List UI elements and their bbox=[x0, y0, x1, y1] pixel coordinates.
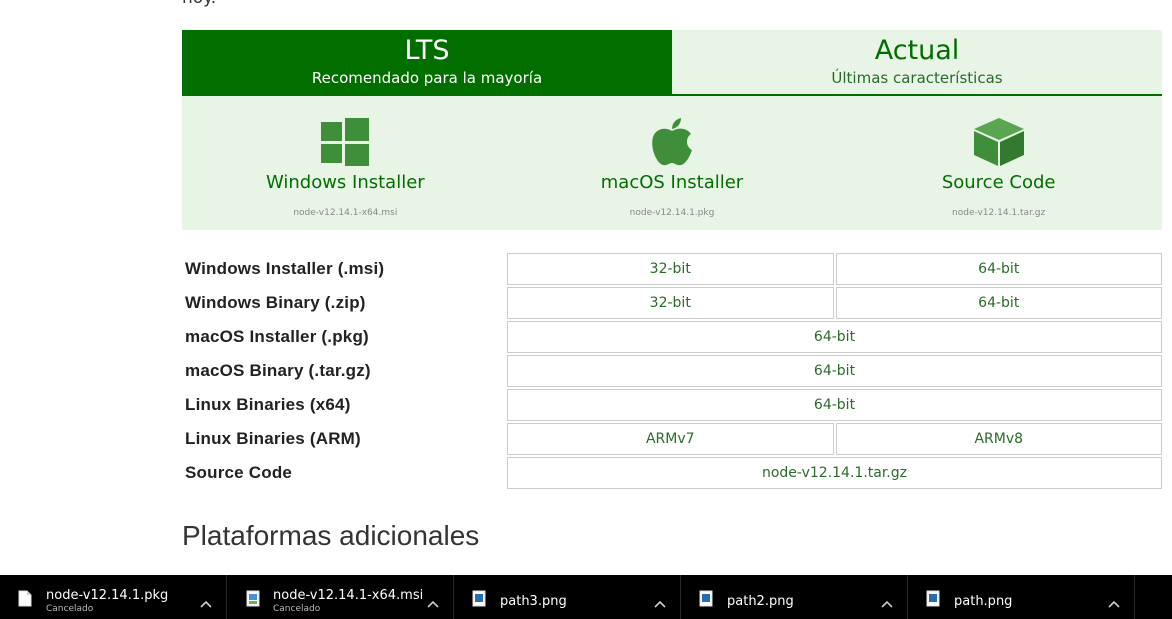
chevron-up-icon[interactable] bbox=[200, 593, 212, 612]
download-item[interactable]: path3.png bbox=[454, 575, 681, 619]
card-label: macOS Installer bbox=[600, 172, 744, 193]
download-link[interactable]: 32-bit bbox=[507, 253, 834, 285]
release-tabs: LTS Recomendado para la mayoría Actual Ú… bbox=[182, 30, 1162, 96]
table-row: macOS Installer (.pkg) 64-bit bbox=[182, 320, 1162, 354]
row-label: macOS Binary (.tar.gz) bbox=[185, 361, 371, 380]
table-row: Linux Binaries (ARM) ARMv7 ARMv8 bbox=[182, 422, 1162, 456]
download-link[interactable]: 32-bit bbox=[507, 287, 834, 319]
tab-current[interactable]: Actual Últimas características bbox=[672, 30, 1162, 96]
table-row: Source Code node-v12.14.1.tar.gz bbox=[182, 456, 1162, 490]
cut-off-text: hoy. bbox=[182, 0, 216, 8]
download-link[interactable]: ARMv7 bbox=[507, 423, 834, 455]
box-icon bbox=[849, 116, 1149, 168]
row-label: Windows Binary (.zip) bbox=[185, 293, 366, 312]
download-link[interactable]: 64-bit bbox=[835, 287, 1162, 319]
download-bar: node-v12.14.1.pkg Cancelado node-v12.14.… bbox=[0, 575, 1172, 619]
image-file-icon bbox=[699, 590, 713, 611]
download-filename: node-v12.14.1-x64.msi bbox=[273, 588, 424, 603]
tab-current-title: Actual bbox=[874, 35, 960, 66]
download-link[interactable]: node-v12.14.1.tar.gz bbox=[507, 457, 1162, 489]
card-filename: node-v12.14.1.tar.gz bbox=[952, 208, 1046, 218]
row-label: Linux Binaries (x64) bbox=[185, 395, 351, 414]
row-label: Source Code bbox=[185, 463, 293, 482]
tab-current-subtitle: Últimas características bbox=[831, 69, 1003, 87]
download-filename: path.png bbox=[954, 594, 1013, 609]
card-windows-installer[interactable]: Windows Installer node-v12.14.1-x64.msi bbox=[195, 96, 495, 230]
download-link[interactable]: 64-bit bbox=[507, 321, 1162, 353]
downloads-table: Windows Installer (.msi) 32-bit 64-bit W… bbox=[182, 252, 1162, 490]
card-macos-installer[interactable]: macOS Installer node-v12.14.1.pkg bbox=[522, 96, 822, 230]
section-heading: Plataformas adicionales bbox=[182, 520, 480, 551]
download-link[interactable]: 64-bit bbox=[507, 355, 1162, 387]
tab-lts[interactable]: LTS Recomendado para la mayoría bbox=[182, 30, 672, 96]
download-status: Cancelado bbox=[273, 604, 321, 614]
card-filename: node-v12.14.1-x64.msi bbox=[293, 208, 398, 218]
row-label: macOS Installer (.pkg) bbox=[185, 327, 369, 346]
download-filename: path2.png bbox=[727, 594, 794, 609]
download-cards: Windows Installer node-v12.14.1-x64.msi … bbox=[182, 96, 1162, 230]
download-item[interactable]: node-v12.14.1-x64.msi Cancelado bbox=[227, 575, 454, 619]
card-label: Source Code bbox=[941, 172, 1056, 193]
windows-icon bbox=[195, 116, 495, 168]
download-link[interactable]: 64-bit bbox=[507, 389, 1162, 421]
file-icon bbox=[18, 590, 32, 611]
download-link[interactable]: ARMv8 bbox=[835, 423, 1162, 455]
card-source-code[interactable]: Source Code node-v12.14.1.tar.gz bbox=[849, 96, 1149, 230]
image-file-icon bbox=[926, 590, 940, 611]
card-label: Windows Installer bbox=[265, 172, 425, 193]
chevron-up-icon[interactable] bbox=[1108, 593, 1120, 612]
download-status: Cancelado bbox=[46, 604, 94, 614]
table-row: macOS Binary (.tar.gz) 64-bit bbox=[182, 354, 1162, 388]
card-filename: node-v12.14.1.pkg bbox=[629, 208, 715, 218]
tab-lts-subtitle: Recomendado para la mayoría bbox=[311, 69, 543, 87]
download-filename: node-v12.14.1.pkg bbox=[46, 588, 169, 603]
installer-icon bbox=[245, 590, 261, 611]
download-filename: path3.png bbox=[500, 594, 567, 609]
download-link[interactable]: 64-bit bbox=[835, 253, 1162, 285]
chevron-up-icon[interactable] bbox=[654, 593, 666, 612]
row-label: Windows Installer (.msi) bbox=[185, 259, 385, 278]
table-row: Windows Binary (.zip) 32-bit 64-bit bbox=[182, 286, 1162, 320]
tab-lts-title: LTS bbox=[404, 35, 450, 66]
row-label: Linux Binaries (ARM) bbox=[185, 429, 361, 448]
image-file-icon bbox=[472, 590, 486, 611]
page: hoy. LTS Recomendado para la mayoría Act… bbox=[0, 0, 1172, 575]
apple-icon bbox=[522, 116, 822, 168]
chevron-up-icon[interactable] bbox=[427, 593, 439, 612]
download-item[interactable]: path.png bbox=[908, 575, 1135, 619]
download-item[interactable]: path2.png bbox=[681, 575, 908, 619]
table-row: Windows Installer (.msi) 32-bit 64-bit bbox=[182, 252, 1162, 286]
download-item[interactable]: node-v12.14.1.pkg Cancelado bbox=[0, 575, 227, 619]
table-row: Linux Binaries (x64) 64-bit bbox=[182, 388, 1162, 422]
chevron-up-icon[interactable] bbox=[881, 593, 893, 612]
